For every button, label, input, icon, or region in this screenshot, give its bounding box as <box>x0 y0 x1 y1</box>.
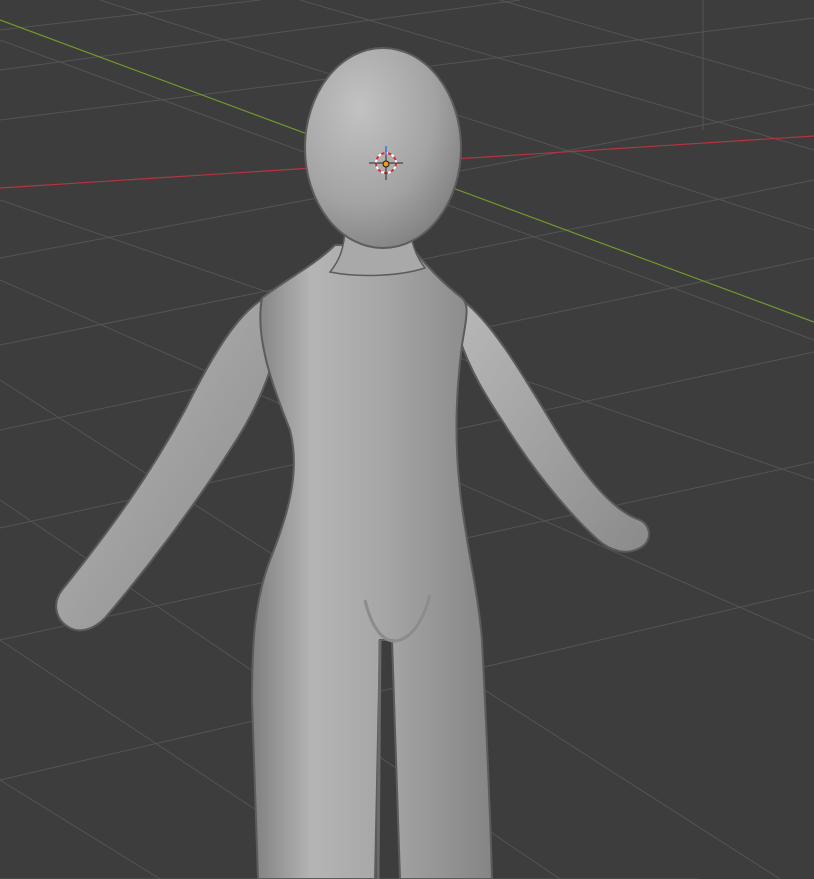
left-arm[interactable] <box>55 294 272 632</box>
3d-viewport[interactable] <box>0 0 814 879</box>
torso[interactable] <box>250 244 494 879</box>
head[interactable] <box>304 47 462 249</box>
viewport-canvas[interactable] <box>0 0 814 879</box>
right-arm[interactable] <box>458 298 650 553</box>
object-origin <box>382 160 390 168</box>
leg-gap <box>376 639 382 879</box>
humanoid-mesh[interactable] <box>55 47 650 879</box>
